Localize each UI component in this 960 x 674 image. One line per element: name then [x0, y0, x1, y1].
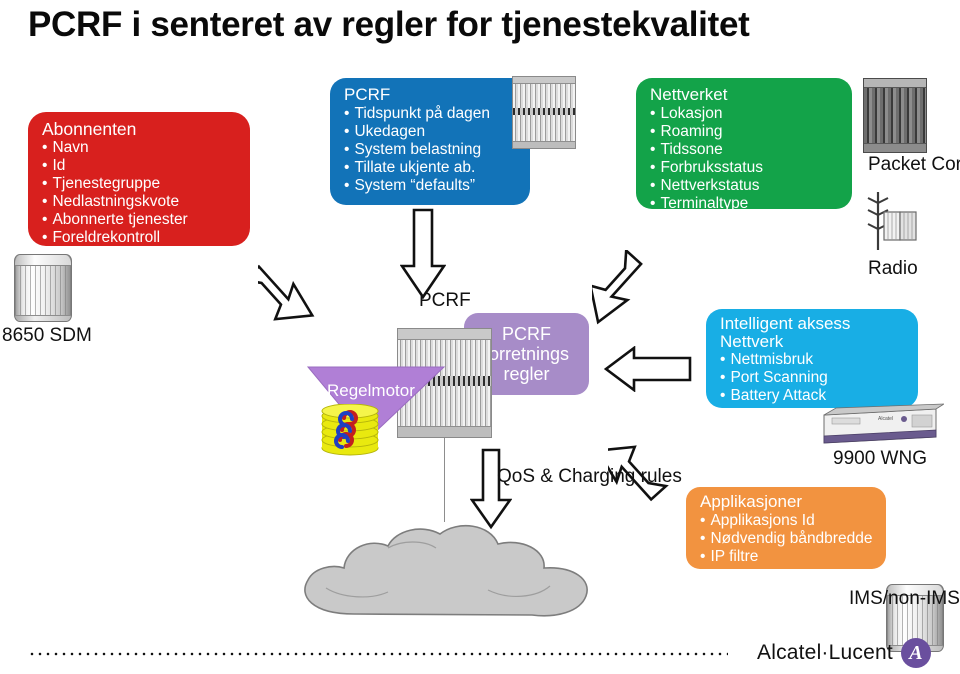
sdm-label: 8650 SDM	[2, 325, 92, 346]
wng-appliance-icon: Alcatel	[823, 403, 944, 444]
list-item: Nedlastningskvote	[42, 193, 238, 211]
list-item: IP filtre	[700, 548, 874, 566]
list-item: Ukedagen	[344, 123, 518, 141]
box-intelligent-aksess: Intelligent aksess Nettverk Nettmisbruk …	[706, 309, 918, 408]
regelmotor-label: Regelmotor	[327, 381, 415, 400]
arrow-diagonal-nettverket	[592, 250, 643, 325]
database-stack-icon	[321, 404, 379, 456]
list-item: Nettmisbruk	[720, 351, 906, 369]
box-pcrf-inputs-title: PCRF	[344, 85, 391, 104]
qos-charging-label: QoS & Charging rules	[497, 466, 682, 487]
wng-label: 9900 WNG	[833, 448, 927, 469]
box-applikasjoner: Applikasjoner Applikasjons Id Nødvendig …	[686, 487, 886, 569]
radio-label: Radio	[868, 258, 918, 279]
page-title: PCRF i senteret av regler for tjenestekv…	[28, 5, 750, 44]
box-abonnenten-title: Abonnenten	[42, 119, 137, 139]
box-abonnenten: Abonnenten Navn Id Tjenestegruppe Nedlas…	[28, 112, 250, 246]
brand-name: Alcatel·Lucent	[757, 641, 893, 664]
list-item: System belastning	[344, 141, 518, 159]
radio-tower-icon	[867, 192, 917, 250]
sdm-server-icon	[14, 254, 72, 322]
list-item: Applikasjons Id	[700, 512, 874, 530]
arrow-left-intelligent	[604, 346, 692, 392]
list-item: Tillate ukjente ab.	[344, 159, 518, 177]
connector-line	[444, 438, 445, 522]
list-item: Roaming	[650, 123, 840, 141]
arrow-down-pcrf	[400, 208, 446, 300]
alcatel-lucent-logo: Alcatel·Lucent A	[757, 638, 931, 668]
ims-label: IMS/non-IMS	[849, 588, 960, 609]
box-nettverket-list: Lokasjon Roaming Tidssone Forbruksstatus…	[650, 105, 840, 213]
pcrf-chassis-icon	[512, 76, 576, 149]
box-pcrf-inputs-list: Tidspunkt på dagen Ukedagen System belas…	[344, 105, 518, 195]
box-pcrf-inputs: PCRF Tidspunkt på dagen Ukedagen System …	[330, 78, 530, 205]
list-item: Id	[42, 157, 238, 175]
list-item: System “defaults”	[344, 177, 518, 195]
alcatel-lucent-mark-icon: A	[900, 638, 931, 668]
box-nettverket: Nettverket Lokasjon Roaming Tidssone For…	[636, 78, 852, 212]
packet-core-router-icon	[863, 78, 927, 153]
box-applikasjoner-list: Applikasjons Id Nødvendig båndbredde IP …	[700, 512, 874, 566]
list-item: Tidspunkt på dagen	[344, 105, 518, 123]
list-item: Terminaltype	[650, 195, 840, 213]
list-item: Navn	[42, 139, 238, 157]
list-item: Port Scanning	[720, 369, 906, 387]
list-item: Nettverkstatus	[650, 177, 840, 195]
slide-canvas: PCRF i senteret av regler for tjenestekv…	[0, 0, 960, 674]
packet-core-label: Packet Core	[868, 155, 960, 175]
network-cloud-icon	[304, 525, 588, 617]
box-intelligent-aksess-title: Intelligent aksess Nettverk	[720, 314, 851, 352]
svg-text:Alcatel: Alcatel	[878, 416, 893, 422]
list-item: Foreldrekontroll	[42, 229, 238, 247]
box-intelligent-aksess-list: Nettmisbruk Port Scanning Battery Attack	[720, 351, 906, 405]
box-applikasjoner-title: Applikasjoner	[700, 492, 803, 511]
footer-divider	[28, 652, 728, 656]
list-item: Nødvendig båndbredde	[700, 530, 874, 548]
box-nettverket-title: Nettverket	[650, 85, 728, 104]
list-item: Tjenestegruppe	[42, 175, 238, 193]
box-abonnenten-list: Navn Id Tjenestegruppe Nedlastningskvote…	[42, 139, 238, 247]
list-item: Abonnerte tjenester	[42, 211, 238, 229]
list-item: Tidssone	[650, 141, 840, 159]
packet-core-label-text: Packet Core	[868, 154, 960, 175]
arrow-diagonal-abonnenten	[258, 264, 315, 321]
list-item: Forbruksstatus	[650, 159, 840, 177]
list-item: Lokasjon	[650, 105, 840, 123]
